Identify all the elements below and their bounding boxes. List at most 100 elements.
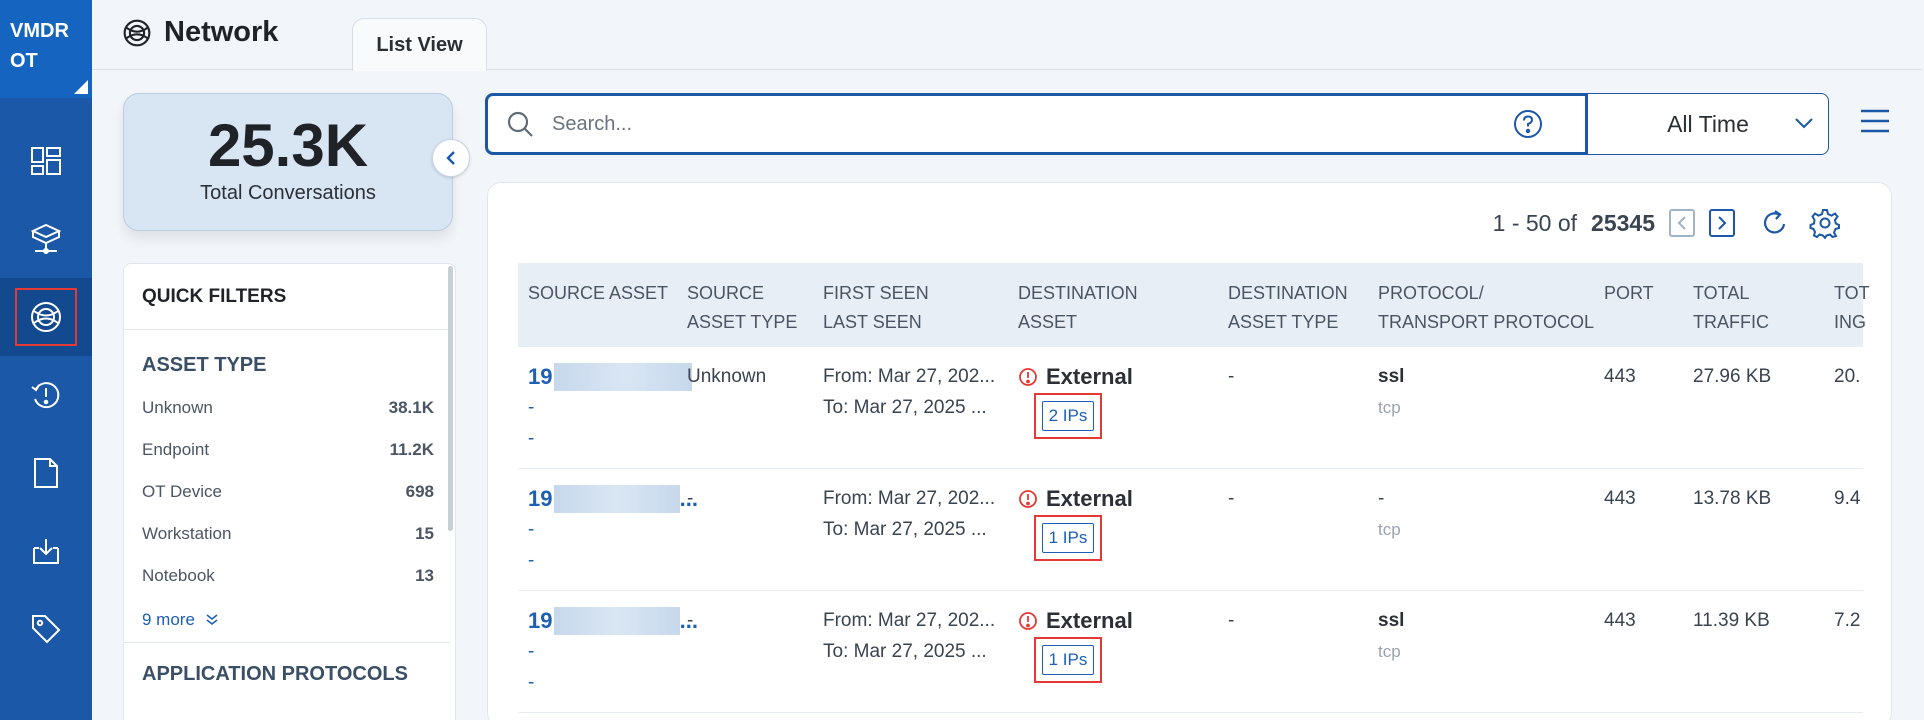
- filter-item-label: Workstation: [142, 524, 232, 543]
- ips-badge-button[interactable]: 2 IPs: [1041, 401, 1095, 431]
- dashboard-icon: [31, 147, 61, 175]
- collapse-panel-button[interactable]: [432, 139, 470, 177]
- total-ingress-cell: 9.4: [1834, 488, 1861, 509]
- source-asset-link[interactable]: 19: [528, 361, 698, 392]
- nav-network[interactable]: [0, 278, 92, 356]
- tab-list-view[interactable]: List View: [352, 18, 487, 71]
- nav-assets[interactable]: [0, 200, 92, 278]
- source-asset-cell: 19... - -: [528, 483, 698, 576]
- nav-reports[interactable]: [0, 434, 92, 512]
- source-asset-type-cell: -: [687, 488, 694, 509]
- network-icon: [31, 302, 61, 332]
- chevron-down-icon: [1795, 118, 1813, 129]
- redacted-block: [554, 362, 693, 391]
- conversations-table: SOURCE ASSET SOURCE ASSET TYPE FIRST SEEN…: [518, 263, 1870, 713]
- next-page-button[interactable]: [1709, 209, 1735, 237]
- protocol-cell: ssl tcp: [1378, 361, 1404, 423]
- search-input[interactable]: [552, 112, 1512, 136]
- total-ingress-cell: 20.: [1834, 366, 1861, 387]
- search-bar: [485, 93, 1588, 155]
- destination-asset-name: External: [1046, 364, 1133, 389]
- filters-scrollbar[interactable]: [448, 266, 453, 531]
- table-row[interactable]: 19... - - - From: Mar 27, 202... To: Mar…: [518, 469, 1863, 591]
- col-total-traffic[interactable]: TOTAL TRAFFIC: [1693, 279, 1769, 337]
- filter-item-count: 38.1K: [388, 398, 434, 417]
- filter-item[interactable]: Workstation 15: [124, 513, 434, 555]
- filter-item-count: 13: [415, 566, 434, 585]
- nav-dashboard[interactable]: [0, 122, 92, 200]
- col-protocol[interactable]: PROTOCOL/TRANSPORT PROTOCOL: [1378, 279, 1594, 337]
- network-icon: [123, 19, 151, 46]
- filter-item-label: OT Device: [142, 482, 222, 501]
- filter-item-count: 15: [415, 524, 434, 543]
- col-total-ingress[interactable]: TOT ING: [1834, 279, 1870, 337]
- double-chevron-down-icon: [206, 613, 218, 625]
- refresh-icon[interactable]: [1761, 209, 1789, 237]
- brand-line2: OT: [10, 50, 38, 72]
- quick-filters-title: QUICK FILTERS: [124, 264, 450, 330]
- source-asset-cell: 19... - -: [528, 605, 698, 698]
- filter-item[interactable]: OT Device 698: [124, 471, 434, 513]
- nav-inbox[interactable]: [0, 512, 92, 590]
- ips-badge-highlight: 1 IPs: [1034, 515, 1102, 561]
- help-icon[interactable]: [1512, 108, 1544, 140]
- source-asset-line3[interactable]: -: [528, 423, 698, 454]
- previous-page-button[interactable]: [1669, 209, 1695, 237]
- total-conversations-value: 25.3K: [207, 112, 369, 179]
- settings-gear-icon[interactable]: [1809, 207, 1841, 239]
- last-seen: To: Mar 27, 2025 ...: [823, 641, 987, 662]
- filter-item-label: Notebook: [142, 566, 215, 585]
- col-destination-asset[interactable]: DESTINATION ASSET: [1018, 279, 1138, 337]
- total-conversations-card: 25.3K Total Conversations: [123, 93, 453, 231]
- col-source-asset-type[interactable]: SOURCE ASSET TYPE: [687, 279, 797, 337]
- hamburger-menu-button[interactable]: [1859, 108, 1891, 136]
- source-asset-link[interactable]: 19...: [528, 605, 698, 636]
- table-row[interactable]: 19... - - - From: Mar 27, 202... To: Mar…: [518, 591, 1863, 713]
- show-more-link[interactable]: 9 more: [124, 597, 450, 643]
- nav-alerts[interactable]: [0, 356, 92, 434]
- search-icon: [507, 111, 533, 137]
- col-destination-asset-type[interactable]: DESTINATION ASSET TYPE: [1228, 279, 1348, 337]
- warning-icon: [1019, 489, 1037, 508]
- first-seen: From: Mar 27, 202...: [823, 610, 996, 631]
- warning-icon: [1019, 611, 1037, 630]
- quick-filters-panel: QUICK FILTERS ASSET TYPE Unknown 38.1K E…: [123, 263, 456, 720]
- filter-item-label: Endpoint: [142, 440, 210, 459]
- col-first-last-seen[interactable]: FIRST SEEN LAST SEEN: [823, 279, 929, 337]
- filter-item[interactable]: Notebook 13: [124, 555, 434, 597]
- source-asset-type-cell: Unknown: [687, 366, 767, 387]
- sidebar: VMDR OT: [0, 0, 92, 720]
- table-row[interactable]: 19 - - Unknown From: Mar 27, 202... To: …: [518, 347, 1863, 469]
- source-asset-line2[interactable]: -: [528, 636, 698, 667]
- total-traffic-cell: 11.39 KB: [1693, 610, 1770, 631]
- alert-history-icon: [31, 382, 60, 409]
- destination-asset-type-cell: -: [1228, 610, 1235, 631]
- destination-asset-type-cell: -: [1228, 488, 1235, 509]
- nav-tags[interactable]: [0, 590, 92, 668]
- total-traffic-cell: 27.96 KB: [1693, 366, 1772, 387]
- source-asset-line2[interactable]: -: [528, 392, 698, 423]
- time-range-select[interactable]: All Time: [1587, 93, 1829, 155]
- tag-icon: [32, 615, 61, 644]
- seen-cell: From: Mar 27, 202... To: Mar 27, 2025 ..…: [823, 483, 1003, 545]
- source-asset-line2[interactable]: -: [528, 514, 698, 545]
- destination-asset-cell: External: [1018, 605, 1133, 636]
- first-seen: From: Mar 27, 202...: [823, 366, 996, 387]
- source-asset-link[interactable]: 19...: [528, 483, 698, 514]
- filter-item[interactable]: Unknown 38.1K: [124, 387, 434, 429]
- filter-item[interactable]: Endpoint 11.2K: [124, 429, 434, 471]
- pagination: 1 - 50 of 25345: [1493, 207, 1841, 239]
- col-port[interactable]: PORT: [1604, 279, 1654, 308]
- chevron-right-icon: [1718, 216, 1727, 230]
- app-brand[interactable]: VMDR OT: [0, 0, 92, 98]
- col-source-asset[interactable]: SOURCE ASSET: [528, 279, 668, 308]
- brand-line1: VMDR: [10, 20, 69, 42]
- source-asset-line3[interactable]: -: [528, 545, 698, 576]
- ips-badge-button[interactable]: 1 IPs: [1041, 523, 1095, 553]
- protocol-value: -: [1378, 488, 1385, 509]
- transport-value: tcp: [1378, 520, 1401, 539]
- ips-badge-button[interactable]: 1 IPs: [1041, 645, 1095, 675]
- source-asset-line3[interactable]: -: [528, 667, 698, 698]
- warning-icon: [1019, 367, 1037, 386]
- transport-value: tcp: [1378, 642, 1401, 661]
